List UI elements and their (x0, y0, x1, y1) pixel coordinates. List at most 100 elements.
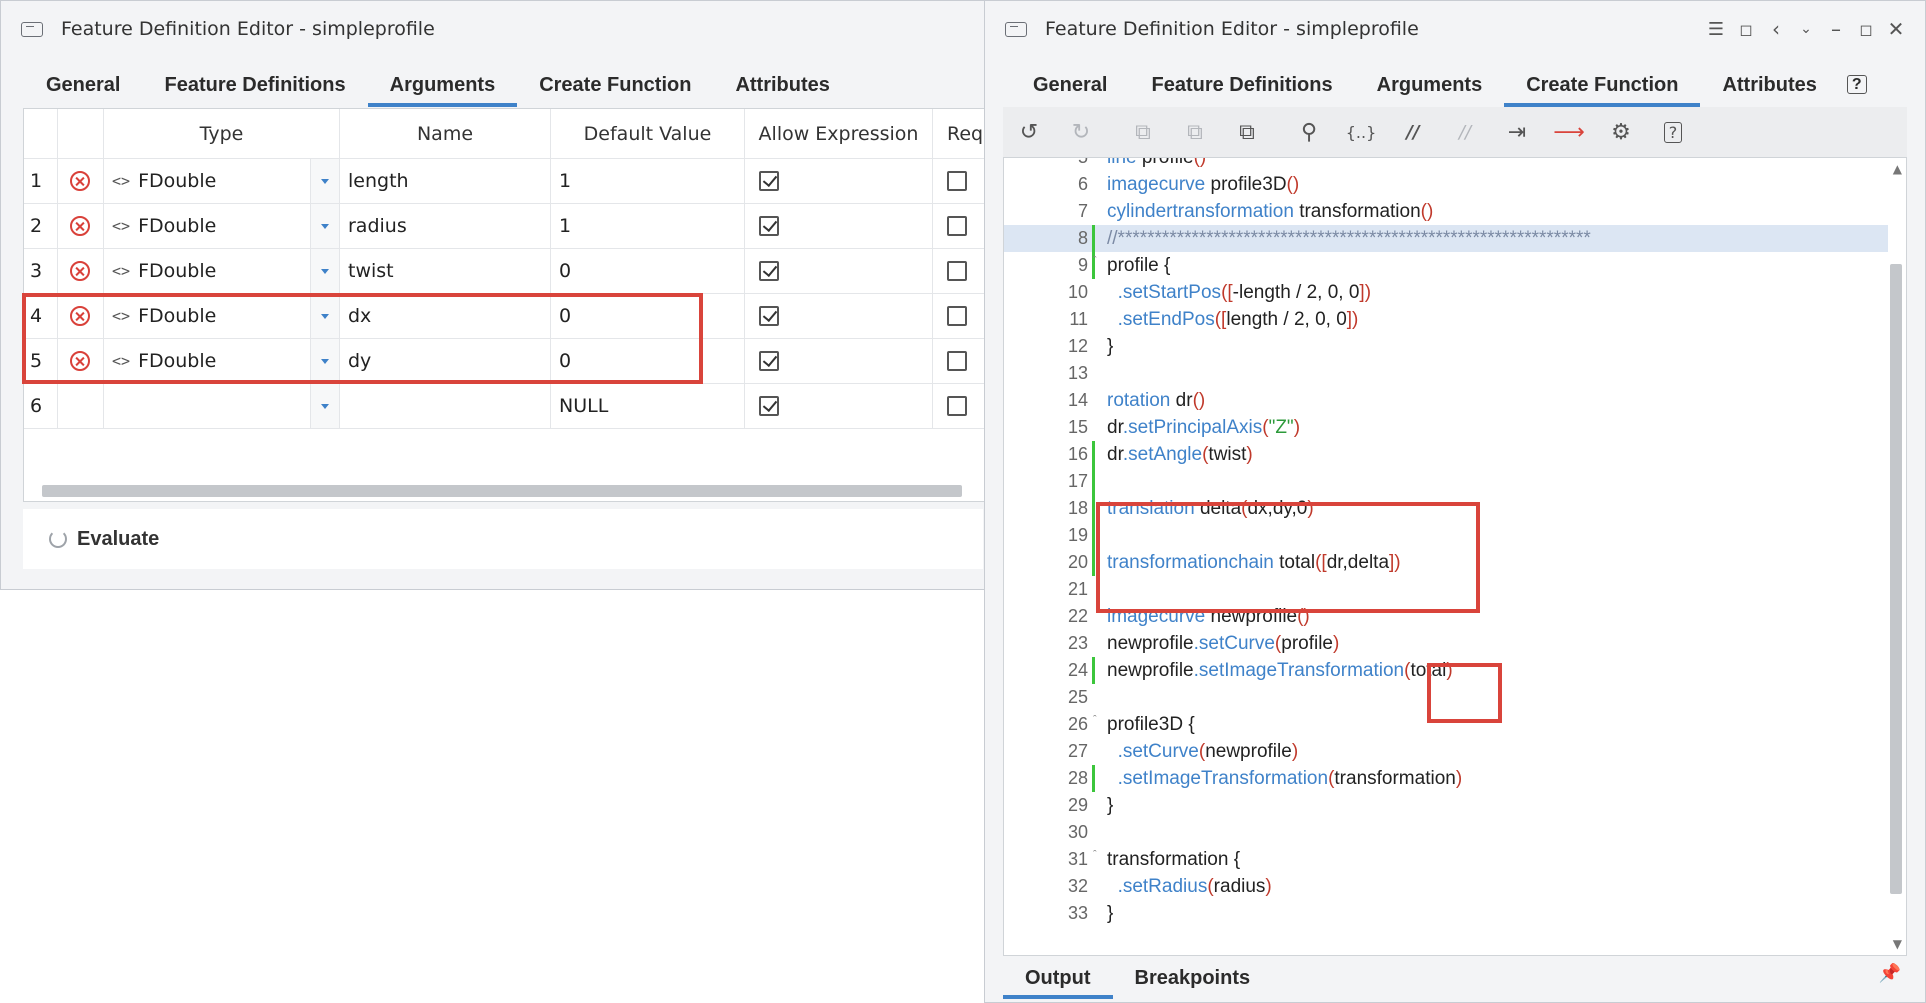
code-line[interactable]: 10 .setStartPos([-length / 2, 0, 0]) (1004, 279, 1906, 306)
default-value-header[interactable]: Default Value (551, 109, 745, 158)
table-row[interactable]: 1 <> FDouble length 1 (24, 159, 984, 204)
required-checkbox[interactable] (947, 261, 967, 281)
chevron-down-icon[interactable]: ⌄ (1791, 1, 1821, 57)
name-header[interactable]: Name (340, 109, 551, 158)
required-checkbox[interactable] (947, 396, 967, 416)
help-icon[interactable]: ? (1647, 112, 1699, 152)
tab-create-function[interactable]: Create Function (1504, 63, 1701, 107)
paste-icon[interactable]: ⧉ (1221, 112, 1273, 152)
code-line[interactable]: 30 (1004, 819, 1906, 846)
type-dropdown[interactable] (311, 204, 340, 248)
tab-attributes[interactable]: Attributes (713, 63, 851, 107)
type-dropdown[interactable] (311, 159, 340, 203)
required-checkbox[interactable] (947, 306, 967, 326)
vertical-scrollbar[interactable]: ▲ ▼ (1888, 158, 1906, 955)
name-cell[interactable]: twist (340, 249, 551, 293)
required-checkbox[interactable] (947, 216, 967, 236)
tab-general[interactable]: General (1011, 63, 1129, 107)
chevron-left-icon[interactable]: ‹ (1761, 1, 1791, 57)
code-line[interactable]: 17 (1004, 468, 1906, 495)
required-header[interactable]: Requir (933, 109, 984, 158)
scroll-down-arrow[interactable]: ▼ (1893, 937, 1902, 951)
evaluate-button[interactable]: Evaluate (77, 528, 159, 551)
name-cell[interactable]: radius (340, 204, 551, 248)
default-value-cell[interactable]: 1 (551, 204, 745, 248)
code-line[interactable]: 6 imagecurve profile3D() (1004, 171, 1906, 198)
code-line[interactable]: 5 line profile() (1004, 158, 1906, 171)
type-cell[interactable]: <> FDouble (104, 159, 311, 203)
allow-expression-header[interactable]: Allow Expression (745, 109, 933, 158)
name-cell[interactable] (340, 384, 551, 428)
type-dropdown[interactable] (311, 249, 340, 293)
delete-row-icon[interactable] (70, 216, 90, 236)
code-line[interactable]: 11 .setEndPos([length / 2, 0, 0]) (1004, 306, 1906, 333)
cut-icon[interactable]: ⧉ (1169, 112, 1221, 152)
minimize-icon[interactable]: – (1821, 1, 1851, 57)
delete-row-icon[interactable] (70, 171, 90, 191)
delete-row-icon[interactable] (70, 261, 90, 281)
allow-expression-checkbox[interactable] (759, 396, 779, 416)
type-cell[interactable] (104, 384, 311, 428)
table-row[interactable]: 3 <> FDouble twist 0 (24, 249, 984, 294)
code-line[interactable]: 28 .setImageTransformation(transformatio… (1004, 765, 1906, 792)
type-cell[interactable]: <> FDouble (104, 249, 311, 293)
fold-toggle-icon[interactable]: ˆ (1093, 707, 1097, 734)
list-view-icon[interactable]: ☰ (1701, 1, 1731, 57)
default-value-cell[interactable]: NULL (551, 384, 745, 428)
code-line[interactable]: 33} (1004, 900, 1906, 927)
required-checkbox[interactable] (947, 171, 967, 191)
tab-breakpoints[interactable]: Breakpoints (1113, 955, 1273, 1001)
tab-feature-definitions[interactable]: Feature Definitions (1129, 63, 1354, 107)
allow-expression-checkbox[interactable] (759, 216, 779, 236)
table-row[interactable]: 6 NULL (24, 384, 984, 429)
code-line[interactable]: 16 dr.setAngle(twist) (1004, 441, 1906, 468)
step-arrow-icon[interactable]: ⟶ (1543, 112, 1595, 152)
type-dropdown[interactable] (311, 384, 340, 428)
comment-icon[interactable]: // (1387, 112, 1439, 152)
code-line[interactable]: 32 .setRadius(radius) (1004, 873, 1906, 900)
search-icon[interactable]: ⚲ (1283, 112, 1335, 152)
allow-expression-checkbox[interactable] (759, 171, 779, 191)
copy-icon[interactable]: ⧉ (1117, 112, 1169, 152)
pin-icon[interactable]: 📌 (1879, 963, 1901, 984)
code-line[interactable]: 31 ˆ transformation { (1004, 846, 1906, 873)
help-icon[interactable]: ? (1839, 63, 1875, 107)
code-line[interactable]: 12} (1004, 333, 1906, 360)
name-cell[interactable]: length (340, 159, 551, 203)
tab-attributes[interactable]: Attributes (1700, 63, 1838, 107)
gear-icon[interactable]: ⚙ (1595, 112, 1647, 152)
braces-icon[interactable]: {..} (1335, 112, 1387, 152)
code-line[interactable]: 8 //*************************************… (1004, 225, 1906, 252)
type-header[interactable]: Type (104, 109, 340, 158)
scroll-thumb[interactable] (1890, 264, 1902, 894)
maximize-icon[interactable]: ◻ (1851, 1, 1881, 57)
code-line[interactable]: 13 (1004, 360, 1906, 387)
tab-arguments[interactable]: Arguments (1355, 63, 1505, 107)
fold-toggle-icon[interactable]: ˆ (1093, 248, 1097, 275)
close-icon[interactable]: ✕ (1881, 1, 1911, 57)
redo-icon[interactable]: ↻ (1055, 112, 1107, 152)
code-line[interactable]: 23 newprofile.setCurve(profile) (1004, 630, 1906, 657)
code-line[interactable]: 15 dr.setPrincipalAxis("Z") (1004, 414, 1906, 441)
type-cell[interactable]: <> FDouble (104, 204, 311, 248)
default-value-cell[interactable]: 0 (551, 249, 745, 293)
allow-expression-checkbox[interactable] (759, 306, 779, 326)
table-row[interactable]: 2 <> FDouble radius 1 (24, 204, 984, 249)
restore-icon[interactable]: ◻ (1731, 1, 1761, 57)
tab-create-function[interactable]: Create Function (517, 63, 713, 107)
required-checkbox[interactable] (947, 351, 967, 371)
fold-toggle-icon[interactable]: ˆ (1093, 842, 1097, 869)
horizontal-scrollbar[interactable] (42, 485, 962, 497)
tab-feature-definitions[interactable]: Feature Definitions (142, 63, 367, 107)
undo-icon[interactable]: ↺ (1003, 112, 1055, 152)
code-line[interactable]: 9 ˆ profile { (1004, 252, 1906, 279)
code-line[interactable]: 27 .setCurve(newprofile) (1004, 738, 1906, 765)
default-value-cell[interactable]: 1 (551, 159, 745, 203)
scroll-up-arrow[interactable]: ▲ (1893, 162, 1902, 176)
code-line[interactable]: 29} (1004, 792, 1906, 819)
allow-expression-checkbox[interactable] (759, 261, 779, 281)
uncomment-icon[interactable]: // (1439, 112, 1491, 152)
tab-output[interactable]: Output (1003, 955, 1113, 1001)
tab-general[interactable]: General (24, 63, 142, 107)
indent-icon[interactable]: ⇥ (1491, 112, 1543, 152)
